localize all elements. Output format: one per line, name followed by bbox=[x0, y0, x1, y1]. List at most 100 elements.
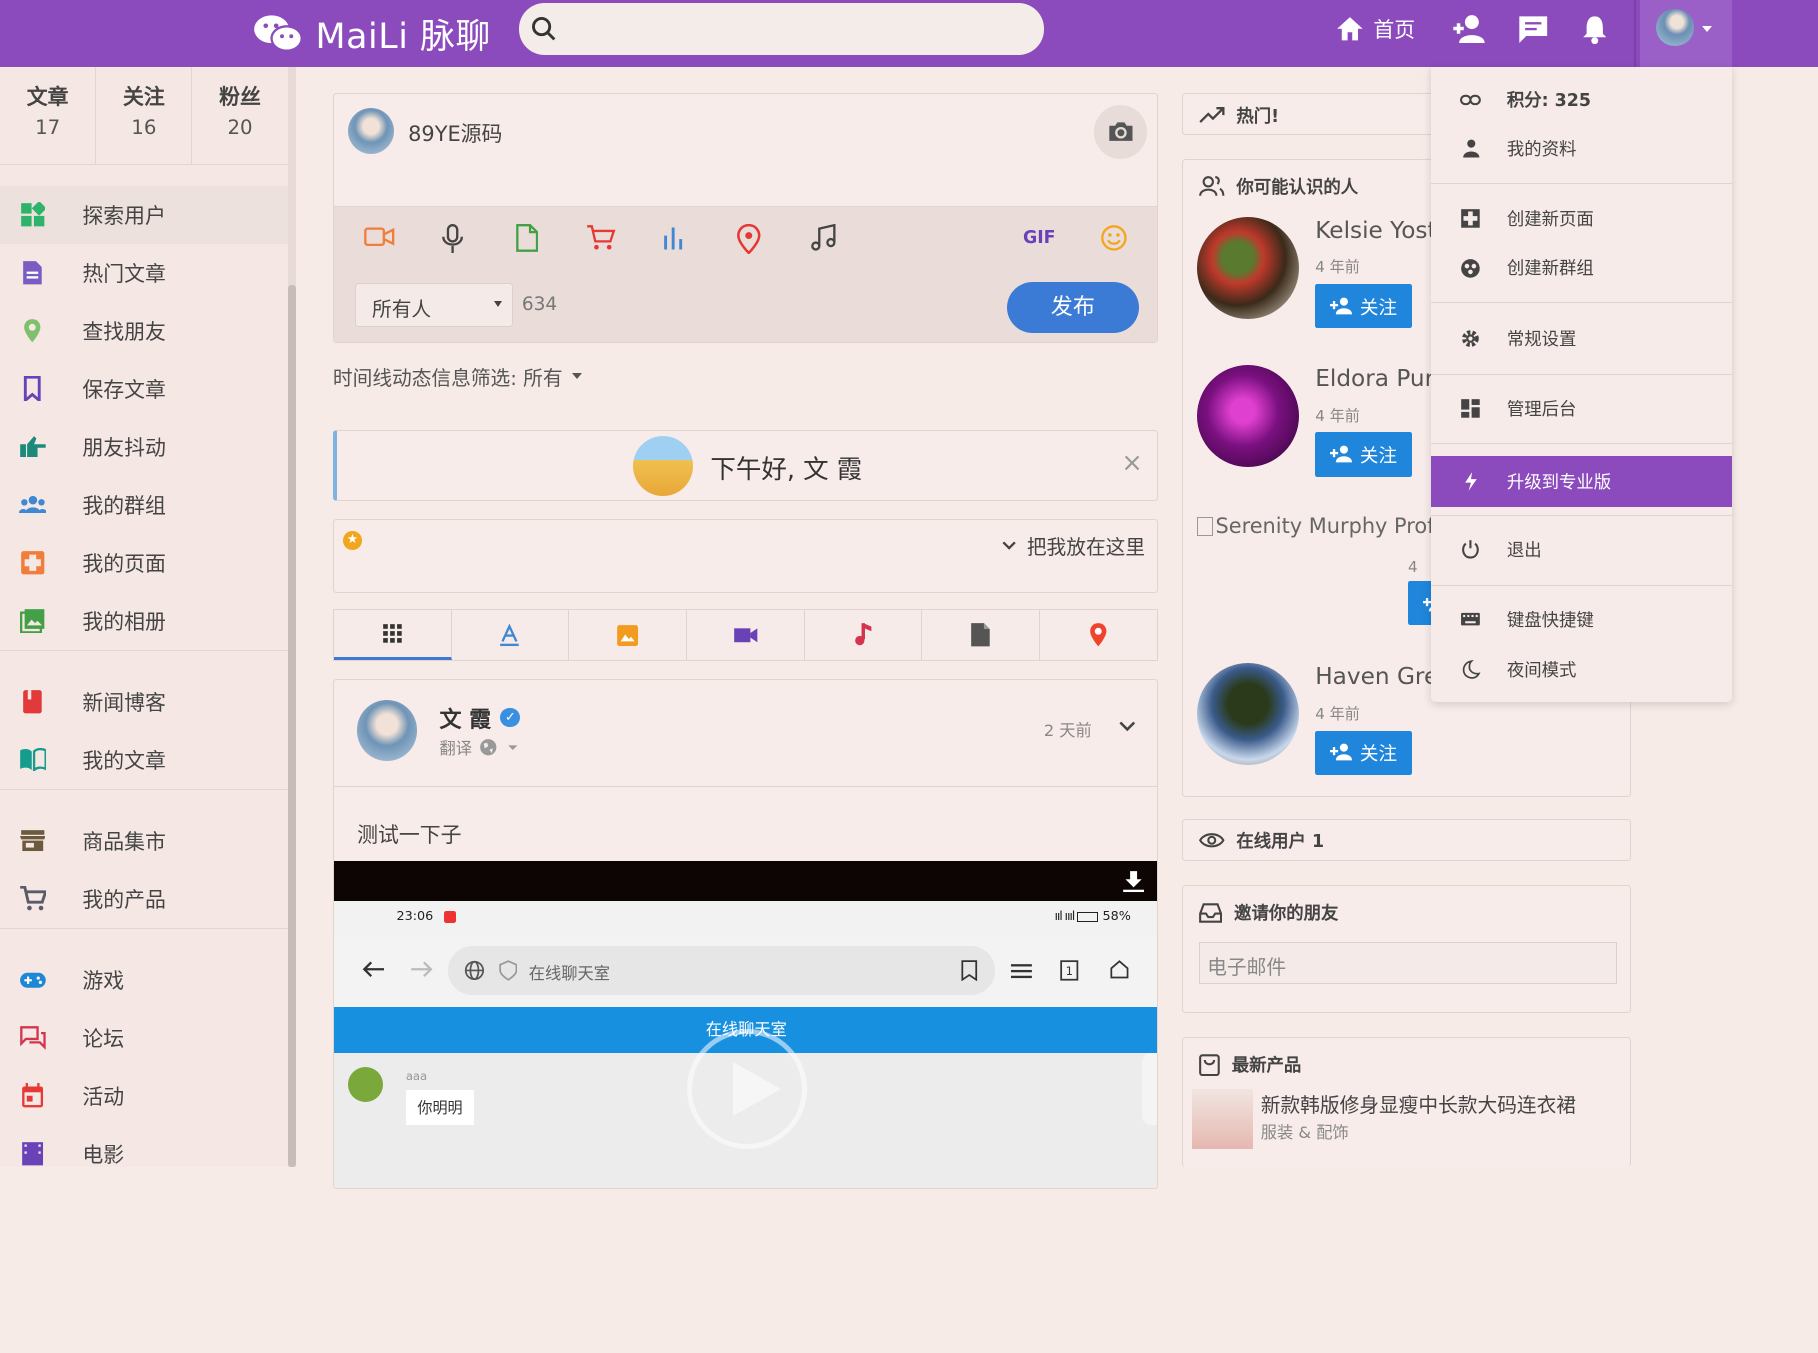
menu-label: 创建新群组 bbox=[1506, 259, 1594, 280]
person-name[interactable]: Kelsie Yost bbox=[1315, 217, 1436, 244]
menu-item-create-group[interactable]: 创建新群组 bbox=[1431, 242, 1731, 293]
sidebar-item-movies[interactable]: 电影 bbox=[0, 1125, 288, 1183]
post-author-avatar[interactable] bbox=[357, 700, 418, 761]
search-bar[interactable] bbox=[518, 3, 1044, 55]
suggested-person: Eldora Purdy 4 年前 关注 bbox=[1196, 365, 1462, 477]
poke-icon bbox=[19, 433, 47, 461]
sidebar-item-poke[interactable]: 朋友抖动 bbox=[0, 418, 288, 476]
file-icon[interactable] bbox=[515, 223, 539, 252]
stat-following[interactable]: 关注 16 bbox=[96, 67, 193, 164]
post-author[interactable]: 文 霞 ✓ bbox=[439, 702, 521, 734]
video-top-bar bbox=[333, 860, 1157, 902]
page-plus-icon bbox=[1460, 208, 1481, 229]
product-thumbnail[interactable] bbox=[1192, 1089, 1253, 1150]
person-time: 4 年前 bbox=[1315, 258, 1360, 277]
translate-link[interactable]: 翻译 bbox=[439, 735, 471, 759]
menu-label: 创建新页面 bbox=[1506, 209, 1594, 230]
shopping-bag-icon bbox=[1199, 1054, 1221, 1076]
post-video-player[interactable]: 23:06 ııl ıııl 58% 在线聊天室 1 在线聊天室 aaa 你明明 bbox=[333, 860, 1157, 1188]
sidebar-item-events[interactable]: 活动 bbox=[0, 1067, 288, 1125]
stat-followers[interactable]: 粉丝 20 bbox=[192, 67, 287, 163]
forward-arrow-icon bbox=[411, 961, 433, 978]
menu-item-profile[interactable]: 我的资料 bbox=[1431, 123, 1731, 174]
map-pin-icon[interactable] bbox=[736, 223, 762, 254]
person-avatar[interactable] bbox=[1196, 216, 1300, 319]
sidebar-item-products[interactable]: 我的产品 bbox=[0, 870, 288, 928]
emoji-icon[interactable] bbox=[1100, 224, 1128, 252]
add-friend-icon[interactable] bbox=[1451, 14, 1486, 44]
sidebar-item-pages[interactable]: 我的页面 bbox=[0, 534, 288, 592]
sidebar-item-explore[interactable]: 探索用户 bbox=[0, 185, 288, 244]
caret-down-icon[interactable] bbox=[507, 743, 519, 752]
tab-places[interactable] bbox=[1040, 610, 1157, 660]
search-input[interactable] bbox=[564, 12, 1029, 46]
download-icon[interactable] bbox=[1122, 870, 1145, 893]
follow-button[interactable]: 关注 bbox=[1315, 730, 1412, 775]
follow-button[interactable]: 关注 bbox=[1315, 284, 1412, 329]
invite-email-input[interactable]: 电子邮件 bbox=[1199, 941, 1617, 984]
chevron-down-icon[interactable] bbox=[1118, 719, 1137, 733]
follow-button[interactable]: 关注 bbox=[1315, 432, 1412, 477]
shopping-cart-icon[interactable] bbox=[586, 224, 616, 252]
sidebar-item-market[interactable]: 商品集市 bbox=[0, 812, 288, 870]
menu-item-settings[interactable]: 常规设置 bbox=[1431, 313, 1731, 364]
publish-button[interactable]: 发布 bbox=[1006, 281, 1139, 333]
suggested-person: Kelsie Yost 4 年前 关注 bbox=[1196, 216, 1437, 329]
online-users-card[interactable]: 在线用户 1 bbox=[1182, 818, 1631, 861]
person-avatar[interactable] bbox=[1196, 365, 1300, 468]
sidebar-item-label: 探索用户 bbox=[82, 203, 166, 228]
stat-value: 20 bbox=[227, 115, 253, 139]
sidebar-scrollbar-thumb[interactable] bbox=[287, 285, 296, 1167]
menu-label: 键盘快捷键 bbox=[1506, 610, 1594, 631]
pin-here-toggle[interactable]: 把我放在这里 bbox=[1001, 531, 1145, 560]
menu-item-points[interactable]: 积分: 325 bbox=[1431, 74, 1731, 125]
privacy-select[interactable]: 所有人 bbox=[354, 282, 513, 327]
close-icon[interactable]: × bbox=[1121, 448, 1142, 478]
gif-button[interactable]: GIF bbox=[1023, 228, 1056, 248]
sidebar-item-popular[interactable]: 热门文章 bbox=[0, 244, 288, 302]
video-icon[interactable] bbox=[363, 224, 395, 250]
sidebar-item-my-articles[interactable]: 我的文章 bbox=[0, 731, 288, 789]
microphone-icon[interactable] bbox=[441, 223, 464, 254]
chat-avatar bbox=[347, 1067, 383, 1102]
composer-top[interactable]: 89YE源码 bbox=[333, 94, 1157, 208]
sidebar-item-games[interactable]: 游戏 bbox=[0, 951, 288, 1009]
menu-item-night-mode[interactable]: 夜间模式 bbox=[1431, 644, 1731, 695]
person-avatar[interactable] bbox=[1196, 663, 1300, 766]
menu-item-admin[interactable]: 管理后台 bbox=[1431, 383, 1731, 434]
notifications-bell-icon[interactable] bbox=[1582, 14, 1608, 45]
tab-all[interactable] bbox=[333, 610, 452, 661]
timeline-filter[interactable]: 时间线动态信息筛选: 所有 bbox=[333, 362, 582, 391]
sidebar-item-find-friends[interactable]: 查找朋友 bbox=[0, 302, 288, 360]
tab-photos[interactable] bbox=[569, 610, 687, 661]
sidebar-item-blogs[interactable]: 新闻博客 bbox=[0, 673, 288, 731]
tab-music[interactable] bbox=[805, 610, 923, 661]
svg-text:1: 1 bbox=[1066, 964, 1073, 978]
menu-divider bbox=[1431, 443, 1732, 445]
tab-text[interactable] bbox=[452, 610, 570, 661]
menu-item-keyboard-shortcuts[interactable]: 键盘快捷键 bbox=[1431, 594, 1731, 645]
poll-icon[interactable] bbox=[663, 224, 684, 252]
product-name[interactable]: 新款韩版修身显瘦中长款大码连衣裙 bbox=[1261, 1089, 1576, 1118]
messages-icon[interactable] bbox=[1517, 14, 1549, 44]
stat-articles[interactable]: 文章 17 bbox=[0, 67, 97, 164]
music-note-icon[interactable] bbox=[810, 223, 838, 252]
sidebar-item-saved[interactable]: 保存文章 bbox=[0, 360, 288, 418]
menu-item-create-page[interactable]: 创建新页面 bbox=[1431, 193, 1731, 244]
menu-item-logout[interactable]: 退出 bbox=[1431, 524, 1731, 575]
brand-logo[interactable]: MaiLi 脉聊 bbox=[253, 9, 491, 59]
user-menu-toggle[interactable] bbox=[1640, 0, 1732, 68]
globe-icon[interactable] bbox=[479, 738, 498, 757]
person-name[interactable]: Serenity Murphy Profi bbox=[1215, 514, 1440, 538]
suggest-title: 你可能认识的人 bbox=[1236, 177, 1359, 198]
camera-button[interactable] bbox=[1094, 105, 1148, 159]
nav-home-link[interactable]: 首页 bbox=[1336, 14, 1415, 44]
sidebar-item-forum[interactable]: 论坛 bbox=[0, 1009, 288, 1067]
play-button[interactable] bbox=[686, 1028, 808, 1150]
battery-level: 58% bbox=[1102, 909, 1131, 925]
tab-files[interactable] bbox=[922, 610, 1040, 661]
tab-videos[interactable] bbox=[687, 610, 805, 661]
sidebar-item-groups[interactable]: 我的群组 bbox=[0, 476, 288, 534]
menu-item-upgrade-pro[interactable]: 升级到专业版 bbox=[1431, 455, 1732, 507]
sidebar-item-albums[interactable]: 我的相册 bbox=[0, 592, 288, 650]
